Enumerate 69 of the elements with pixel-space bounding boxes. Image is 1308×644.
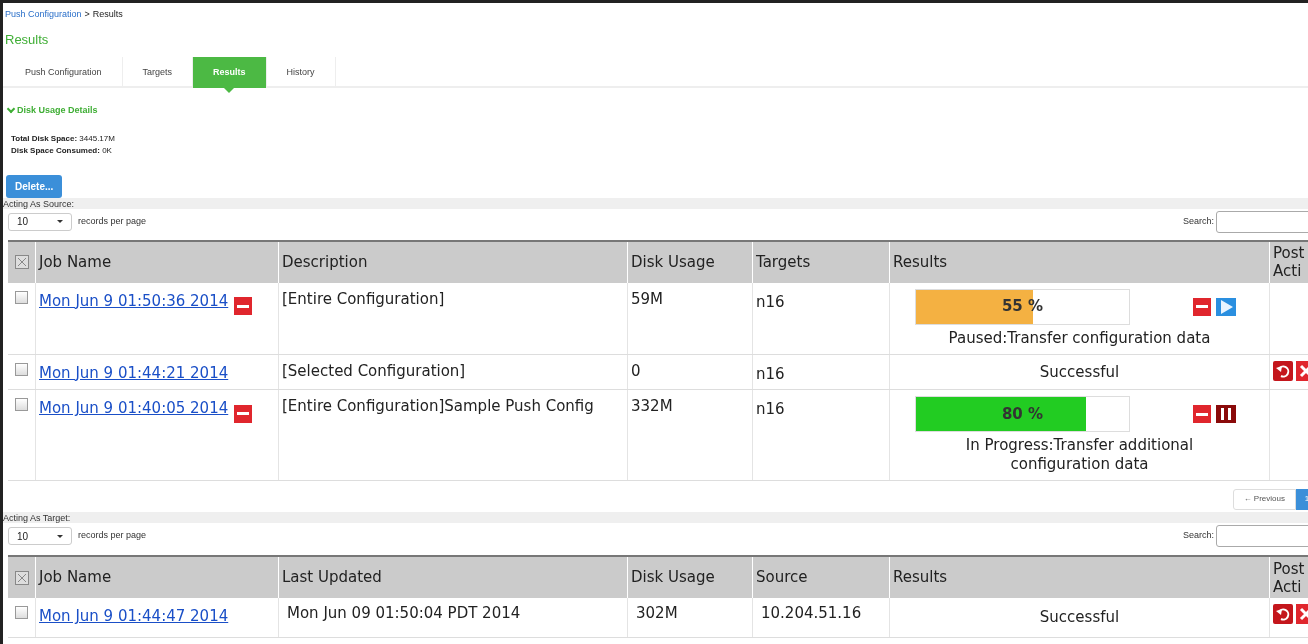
page-size-select[interactable]: 10 (8, 527, 72, 545)
tab[interactable]: Push Configuration (5, 57, 123, 88)
source-text: 10.204.51.16 (761, 604, 862, 622)
search-label: Search: (1182, 214, 1214, 228)
row-checkbox[interactable] (15, 398, 28, 411)
column-header[interactable]: Post Acti (1273, 559, 1308, 596)
undo-icon[interactable] (1273, 360, 1293, 381)
records-per-page-label: records per page (78, 529, 147, 543)
disk-usage-text: 302M (636, 604, 678, 622)
undo-icon[interactable] (1273, 604, 1293, 624)
last-updated-text: Mon Jun 09 01:50:04 PDT 2014 (287, 604, 521, 622)
column-header[interactable]: Job Name (39, 250, 112, 274)
disk-usage-text: 332M (631, 397, 673, 415)
column-header[interactable]: Source (756, 566, 808, 589)
description-text: [Entire Configuration] (282, 289, 445, 308)
breadcrumb-current: Results (92, 8, 123, 21)
description-text: [Selected Configuration] (282, 361, 466, 380)
column-header[interactable]: Job Name (39, 566, 112, 589)
row-checkbox[interactable] (15, 362, 28, 376)
job-name-link[interactable]: Mon Jun 9 01:44:47 2014 (39, 607, 229, 625)
row-checkbox[interactable] (15, 606, 28, 619)
targets-text: n16 (756, 400, 785, 418)
column-header[interactable]: Targets (756, 250, 811, 274)
tab[interactable]: History (266, 57, 336, 88)
play-icon[interactable] (1216, 297, 1236, 316)
disk-usage-text: 0 (631, 361, 641, 380)
previous-page-button[interactable]: ← Previous (1232, 488, 1296, 510)
description-text: [Entire Configuration]Sample Push Config (282, 397, 594, 415)
dropdown-caret-icon (57, 220, 63, 223)
records-per-page-label: records per page (78, 214, 147, 228)
stop-icon[interactable] (234, 404, 253, 423)
column-header[interactable]: Last Updated (282, 566, 382, 589)
select-all-icon[interactable] (14, 255, 29, 269)
column-header[interactable]: Results (893, 250, 948, 274)
column-header[interactable]: Description (282, 250, 368, 274)
select-all-icon[interactable] (14, 570, 29, 585)
result-status-text: Paused:Transfer configuration data (947, 328, 1212, 348)
dropdown-caret-icon (57, 534, 63, 538)
disk-usage-text: 59M (631, 289, 664, 308)
result-status-text: Successful (1039, 362, 1120, 381)
section-label: Acting As Source: (3, 199, 75, 209)
result-status-text: Successful (1039, 608, 1120, 626)
pause-icon[interactable] (1216, 405, 1236, 423)
disk-usage-line: Total Disk Space: 3445.17M (11, 132, 116, 145)
page-title: Results (4, 30, 50, 49)
column-header[interactable]: Post Acti (1273, 244, 1308, 280)
row-checkbox[interactable] (15, 290, 28, 304)
column-header[interactable]: Disk Usage (631, 250, 715, 274)
search-field[interactable] (1216, 210, 1308, 233)
stop-icon[interactable] (1193, 297, 1211, 316)
search-field[interactable] (1216, 525, 1308, 547)
page-size-select[interactable]: 10 (8, 212, 72, 231)
job-name-link[interactable]: Mon Jun 9 01:50:36 2014 (39, 289, 229, 312)
breadcrumb-link[interactable]: Push Configuration (5, 8, 82, 22)
tab-pointer (224, 88, 235, 93)
stop-icon[interactable] (234, 297, 253, 315)
column-header[interactable]: Results (893, 566, 948, 589)
breadcrumb-separator: > (84, 8, 90, 21)
job-name-link[interactable]: Mon Jun 9 01:44:21 2014 (39, 361, 229, 384)
section-label: Acting As Target: (3, 514, 71, 523)
column-header[interactable]: Disk Usage (631, 566, 715, 589)
disk-usage-line: Disk Space Consumed: 0K (11, 144, 113, 157)
targets-text: n16 (756, 292, 785, 311)
targets-text: n16 (756, 364, 785, 383)
result-status-text: In Progress:Transfer additional configuration data (964, 436, 1195, 474)
search-label: Search: (1182, 529, 1214, 543)
progress-percent: 80 % (1000, 403, 1045, 425)
job-name-link[interactable]: Mon Jun 9 01:40:05 2014 (39, 397, 229, 420)
stop-icon[interactable] (1193, 405, 1211, 423)
